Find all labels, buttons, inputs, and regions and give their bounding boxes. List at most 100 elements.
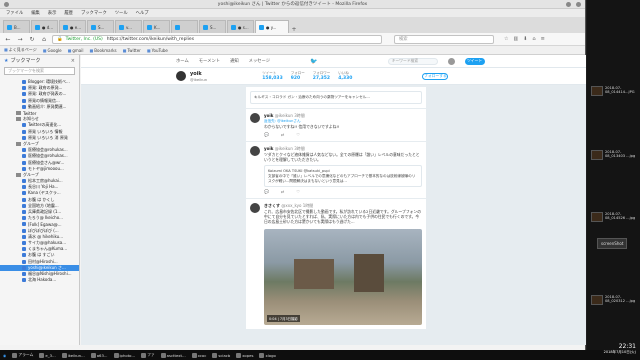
taskbar-item[interactable]: ascttext...	[161, 353, 186, 358]
menu-bookmarks[interactable]: ブックマーク	[81, 10, 107, 16]
taskbar-item[interactable]: xcoc	[192, 353, 207, 358]
reply-icon[interactable]: 💬	[264, 189, 269, 194]
menu-history[interactable]: 履歴	[64, 10, 73, 16]
bookmark-item[interactable]: Google	[43, 48, 61, 53]
close-icon[interactable]	[576, 2, 581, 7]
image-thumbnail[interactable]	[591, 150, 603, 160]
tab[interactable]: ● e...	[59, 20, 86, 33]
image-thumbnail[interactable]	[591, 295, 603, 305]
tab[interactable]: S...	[87, 20, 114, 33]
taskbar-item[interactable]: ファ	[141, 352, 155, 358]
quoted-tweet[interactable]: キルギス・コロラド ガン・治療のため向うの薬物ツアーをキャンセル...	[250, 91, 422, 104]
retweet-icon[interactable]: ⇄	[281, 132, 284, 137]
nav-messages[interactable]: メッセージ	[249, 58, 270, 64]
tab[interactable]: S...	[199, 20, 226, 33]
tweet[interactable]: yoik @ikeikun 3時間 ツダカとクイなど液体雑貨は人気などない。全て…	[246, 142, 426, 200]
tab[interactable]: ● d...	[31, 20, 58, 33]
sidebar-title[interactable]: ブックマーク	[10, 57, 40, 64]
bookmark-star-icon[interactable]: ☆	[504, 36, 508, 42]
nav-home[interactable]: ホーム	[176, 58, 189, 64]
bookmark-item[interactable]: Bookmarks	[89, 48, 116, 53]
taskbar-item[interactable]: iphoto...	[114, 353, 136, 358]
twitter-search-input[interactable]: キーワード検索	[387, 57, 438, 65]
taskbar-item[interactable]: xopes	[236, 353, 253, 358]
retweet-icon[interactable]: ⇄	[281, 189, 284, 194]
tweet-text: これ、広島市安佐北区で撮影した動画です。私が訪れている2日近畿です。グループフォ…	[264, 209, 422, 225]
reload-button[interactable]: ↻	[28, 35, 36, 43]
avatar[interactable]	[250, 145, 260, 156]
stat-tweets[interactable]: ツイート 158,033	[262, 71, 283, 81]
bookmark-item[interactable]: Twitter	[123, 48, 140, 53]
reply-icon[interactable]: 💬	[264, 132, 269, 137]
back-button[interactable]: ←	[4, 35, 12, 43]
app-menu-icon[interactable]: ◉	[3, 353, 6, 358]
bookmark-item[interactable]: gmail	[68, 48, 83, 53]
like-icon[interactable]: ♡	[296, 132, 300, 137]
download-icon[interactable]: ⬇	[523, 36, 527, 42]
forward-button[interactable]: →	[16, 35, 24, 43]
nav-moments[interactable]: モーメント	[199, 58, 220, 64]
profile-avatar[interactable]	[176, 71, 186, 81]
taskbar-item[interactable]: sciacb	[212, 353, 230, 358]
folder-icon	[16, 117, 21, 122]
image-thumbnail[interactable]	[591, 212, 603, 222]
menu-view[interactable]: 表示	[48, 10, 57, 16]
tab[interactable]: K...	[143, 20, 170, 33]
taskbar-item[interactable]: a63...	[91, 353, 108, 358]
taskbar-item[interactable]: ikeikun...	[62, 353, 85, 358]
menu-file[interactable]: ファイル	[6, 10, 23, 16]
tweet[interactable]: キルギス・コロラド ガン・治療のため向うの薬物ツアーをキャンセル...	[246, 87, 426, 109]
twitter-bird-icon[interactable]: 🐦	[310, 58, 317, 65]
stat-following[interactable]: フォロー 920	[291, 71, 305, 81]
stat-likes[interactable]: いいね 4,330	[338, 71, 352, 81]
file-name[interactable]: 2018-07-08_020312 ...jpg	[605, 295, 639, 304]
taskbar-item[interactable]: アラーム	[12, 352, 33, 358]
url-bar[interactable]: 🔒 Twitter, Inc. (US) https://twitter.com…	[52, 34, 382, 44]
sidebar-search-input[interactable]: ブックマークを検索	[4, 67, 75, 75]
avatar[interactable]	[447, 57, 455, 65]
follow-button[interactable]: フォローする	[422, 72, 449, 80]
menu-tools[interactable]: ツール	[115, 10, 128, 16]
tab[interactable]	[171, 20, 198, 33]
taskbar-item[interactable]: e_3...	[39, 353, 55, 358]
menu-help[interactable]: ヘルプ	[136, 10, 149, 16]
library-icon[interactable]: ▥	[513, 36, 518, 42]
reply-to[interactable]: 返信先: @ikeikunさん	[264, 119, 422, 124]
tab[interactable]: ● s...	[227, 20, 254, 33]
like-icon[interactable]: ♡	[296, 189, 300, 194]
tweet-video[interactable]: 0:04 | 7月3日撮影	[264, 229, 422, 326]
tweet-button[interactable]: ツイート	[464, 57, 485, 65]
tab[interactable]: v...	[115, 20, 142, 33]
close-icon[interactable]: ×	[71, 58, 75, 64]
bookmark-item[interactable]: よく見るページ	[4, 47, 37, 53]
tab-active[interactable]: ● y...	[255, 20, 289, 33]
file-name[interactable]: 2018-07-08_014526 ...jpg	[605, 212, 639, 221]
minimize-icon[interactable]	[566, 2, 571, 7]
avatar[interactable]	[250, 112, 260, 123]
menu-edit[interactable]: 編集	[31, 10, 40, 16]
taskbar-item[interactable]: xlogo	[259, 353, 275, 358]
file-name[interactable]: 2018-07-08_013403 ...jpg	[605, 150, 639, 159]
tab[interactable]: B...	[3, 20, 30, 33]
menu-icon[interactable]: ≡	[541, 36, 545, 42]
image-thumbnail[interactable]	[591, 86, 603, 96]
bookmark-item[interactable]: YouTube	[147, 48, 168, 53]
bookmark-item[interactable]: 北海 Hakoda...	[0, 277, 79, 283]
nav-notifications[interactable]: 通知	[230, 58, 239, 64]
home-icon[interactable]: ⌂	[532, 36, 535, 42]
tweet[interactable]: きさくす @xxx_kyo 1時間 これ、広島市安佐北区で撮影した動画です。私が…	[246, 199, 426, 331]
avatar[interactable]	[250, 203, 260, 214]
clock[interactable]: 22:31 2018年7月10日(火)	[604, 343, 636, 354]
new-tab-button[interactable]: +	[290, 25, 298, 33]
bookmark-label: 動画紹介: 原発関連...	[28, 103, 67, 109]
search-input[interactable]: 検索	[394, 34, 494, 44]
window-menu-icon[interactable]	[4, 2, 9, 7]
bookmark-icon	[22, 222, 26, 227]
tweet[interactable]: yoik @ikeikun 3時間 返信先: @ikeikunさん わからないで…	[246, 109, 426, 142]
sidebar-header: ★ ブックマーク ×	[0, 55, 79, 66]
bookmark-icon	[22, 92, 26, 97]
stat-followers[interactable]: フォロワー 27,352	[313, 71, 331, 81]
home-button[interactable]: ⌂	[40, 35, 48, 43]
file-name[interactable]: 2018-07-08_014414...JPG	[605, 86, 639, 95]
quoted-tweet[interactable]: Koizumi OKA TSUKI @katsuki_pupi 文部省の中で「誰…	[264, 165, 422, 188]
